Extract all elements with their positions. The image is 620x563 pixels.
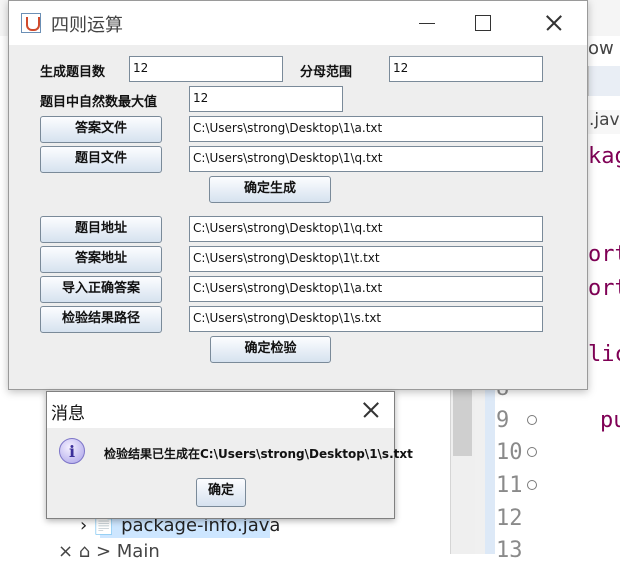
import-correct-answers-button[interactable]: 导入正确答案 <box>40 276 162 303</box>
denominator-range-label: 分母范围 <box>300 65 353 80</box>
line-number: 10 <box>496 440 523 465</box>
tree-item[interactable]: × ⌂ > Main <box>58 541 160 562</box>
ide-editor-tab[interactable]: .java <box>586 110 620 134</box>
line-number: 13 <box>496 538 523 563</box>
question-file-button[interactable]: 题目文件 <box>40 146 162 173</box>
answer-file-input[interactable]: C:\Users\strong\Desktop\1\a.txt <box>189 116 543 142</box>
ide-scrollbar-thumb[interactable] <box>453 386 472 456</box>
code-fragment: kag <box>588 144 620 169</box>
title-bar[interactable]: 四则运算 <box>9 1 587 45</box>
main-window: 四则运算 生成题目数 12 分母范围 12 题目中自然数最大值 12 答案文件 … <box>8 0 588 390</box>
minimize-button[interactable] <box>407 9 447 37</box>
line-number: 9 <box>496 408 510 433</box>
code-fragment: ort <box>588 276 620 301</box>
ide-gutter <box>485 370 495 554</box>
info-icon: i <box>59 438 85 464</box>
java-app-icon <box>21 13 41 33</box>
line-number: 12 <box>496 506 523 531</box>
window-title: 四则运算 <box>51 15 123 36</box>
message-dialog: 消息 i 检验结果已生成在C:\Users\strong\Desktop\1\s… <box>46 391 413 519</box>
tree-item-label: Main <box>116 541 160 562</box>
answer-address-input[interactable]: C:\Users\strong\Desktop\1\t.txt <box>189 246 543 272</box>
question-address-button[interactable]: 题目地址 <box>40 216 162 243</box>
fold-marker-icon[interactable] <box>527 415 537 425</box>
dialog-title-bar[interactable]: 消息 <box>47 392 394 428</box>
correct-answers-input[interactable]: C:\Users\strong\Desktop\1\a.txt <box>189 276 543 302</box>
result-path-input[interactable]: C:\Users\strong\Desktop\1\s.txt <box>189 306 543 332</box>
code-fragment: ort <box>588 242 620 267</box>
maximize-button[interactable] <box>463 9 503 37</box>
minimize-icon <box>419 23 435 24</box>
maximize-icon <box>475 15 491 31</box>
code-fragment: lic <box>588 342 620 367</box>
denominator-range-input[interactable]: 12 <box>389 56 543 82</box>
confirm-check-button[interactable]: 确定检验 <box>210 336 331 363</box>
fold-marker-icon[interactable] <box>527 447 537 457</box>
confirm-generate-button[interactable]: 确定生成 <box>209 176 331 203</box>
count-input[interactable]: 12 <box>129 56 283 82</box>
max-natural-input[interactable]: 12 <box>189 86 343 112</box>
fold-marker-icon[interactable] <box>527 480 537 490</box>
ide-toolbar-fragment[interactable] <box>588 66 620 96</box>
code-fragment: pu <box>600 408 620 433</box>
result-path-button[interactable]: 检验结果路径 <box>40 306 162 333</box>
ide-overview-ruler <box>475 370 485 554</box>
close-button[interactable] <box>533 9 573 37</box>
ide-menu-fragment: ow <box>588 38 614 59</box>
line-number: 11 <box>496 473 523 498</box>
count-label: 生成题目数 <box>40 65 106 80</box>
ok-button[interactable]: 确定 <box>196 478 246 507</box>
max-natural-label: 题目中自然数最大值 <box>40 95 158 110</box>
answer-address-button[interactable]: 答案地址 <box>40 246 162 273</box>
question-address-input[interactable]: C:\Users\strong\Desktop\1\q.txt <box>189 216 543 242</box>
dialog-close-button[interactable] <box>355 396 387 424</box>
dialog-message: 检验结果已生成在C:\Users\strong\Desktop\1\s.txt <box>104 447 413 461</box>
ide-tab-label: .java <box>589 110 620 130</box>
dialog-title: 消息 <box>51 404 85 424</box>
question-file-input[interactable]: C:\Users\strong\Desktop\1\q.txt <box>189 146 543 172</box>
answer-file-button[interactable]: 答案文件 <box>40 116 162 143</box>
